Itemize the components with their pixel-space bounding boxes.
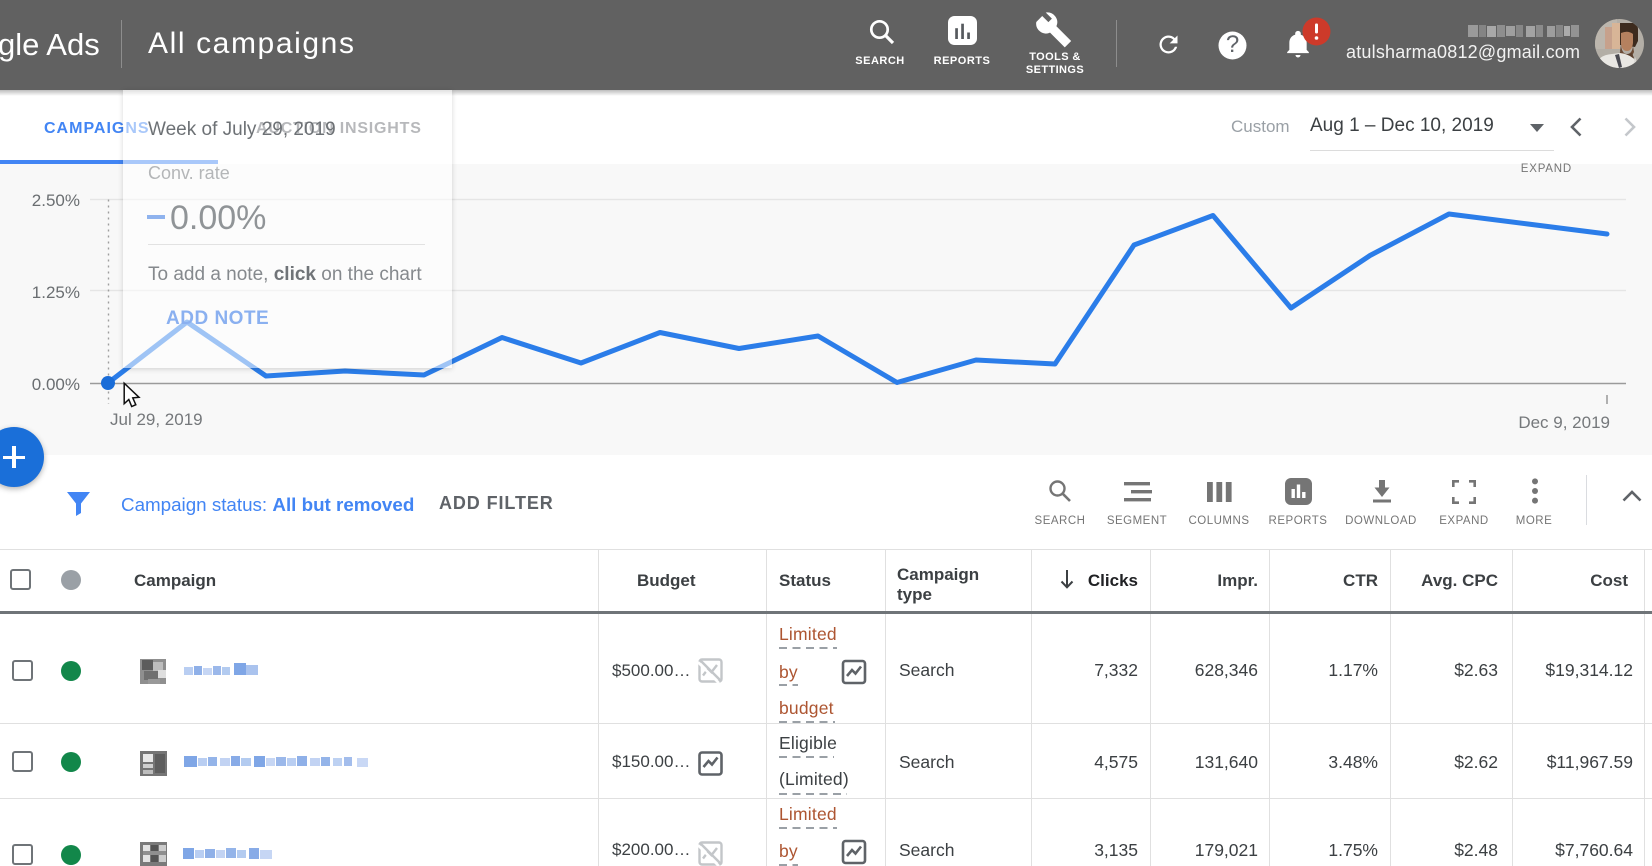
svg-text:?: ? [1226, 31, 1239, 58]
